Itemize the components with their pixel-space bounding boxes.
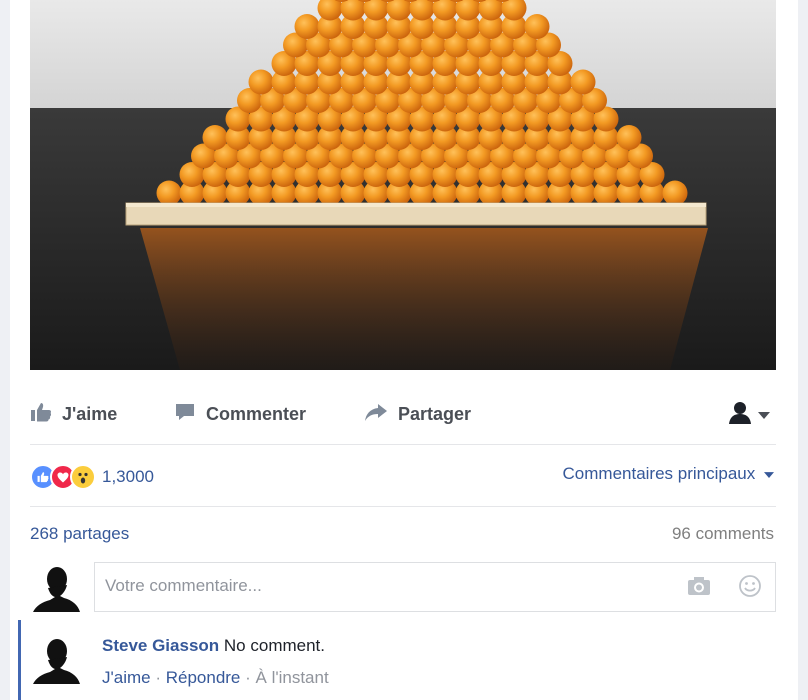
sort-label: Commentaires principaux	[562, 464, 756, 483]
camera-icon[interactable]	[687, 576, 711, 601]
separator: ·	[245, 668, 256, 687]
comment-actions: J'aime · Répondre · À l'instant	[102, 668, 329, 688]
person-silhouette-icon	[726, 400, 754, 429]
comment-like-link[interactable]: J'aime	[102, 668, 151, 687]
like-label: J'aime	[62, 403, 118, 424]
comment-author-link[interactable]: Steve Giasson	[102, 636, 219, 655]
comment-avatar[interactable]	[30, 634, 80, 684]
shares-count-link[interactable]: 268 partages	[30, 524, 129, 544]
comment-timestamp[interactable]: À l'instant	[256, 668, 329, 687]
comment-composer	[94, 562, 776, 612]
chevron-down-icon	[764, 464, 774, 483]
like-button[interactable]: J'aime	[30, 392, 117, 436]
avatar[interactable]	[30, 562, 80, 612]
smiley-icon[interactable]	[739, 575, 761, 602]
post-card: J'aime Commenter Partager 1,3000 Comment…	[10, 0, 798, 700]
wow-reaction-icon	[70, 464, 96, 490]
post-action-bar: J'aime Commenter Partager	[30, 392, 780, 436]
left-page-edge	[0, 0, 10, 700]
comments-count-link[interactable]: 96 comments	[672, 524, 774, 544]
divider	[30, 444, 776, 445]
chevron-down-icon	[758, 404, 770, 425]
comment-label: Commenter	[206, 403, 307, 424]
share-label: Partager	[398, 403, 472, 424]
divider	[30, 506, 776, 507]
comment-body: Steve Giasson No comment.	[102, 636, 325, 656]
thumbs-up-icon	[30, 402, 52, 427]
separator: ·	[155, 668, 166, 687]
reaction-summary[interactable]: 1,3000	[30, 462, 154, 492]
comment-input[interactable]	[95, 563, 675, 609]
share-arrow-icon	[364, 402, 388, 427]
right-page-edge	[798, 0, 808, 700]
audience-selector[interactable]	[726, 392, 770, 436]
comment-button[interactable]: Commenter	[174, 392, 306, 436]
reaction-count: 1,3000	[102, 467, 154, 486]
new-comment-highlight	[18, 620, 21, 700]
comment-sort-dropdown[interactable]: Commentaires principaux	[563, 464, 774, 484]
comment-text: No comment.	[223, 636, 325, 655]
comment-reply-link[interactable]: Répondre	[166, 668, 241, 687]
speech-bubble-icon	[174, 402, 196, 427]
share-button[interactable]: Partager	[364, 392, 471, 436]
post-photo[interactable]	[30, 0, 776, 370]
